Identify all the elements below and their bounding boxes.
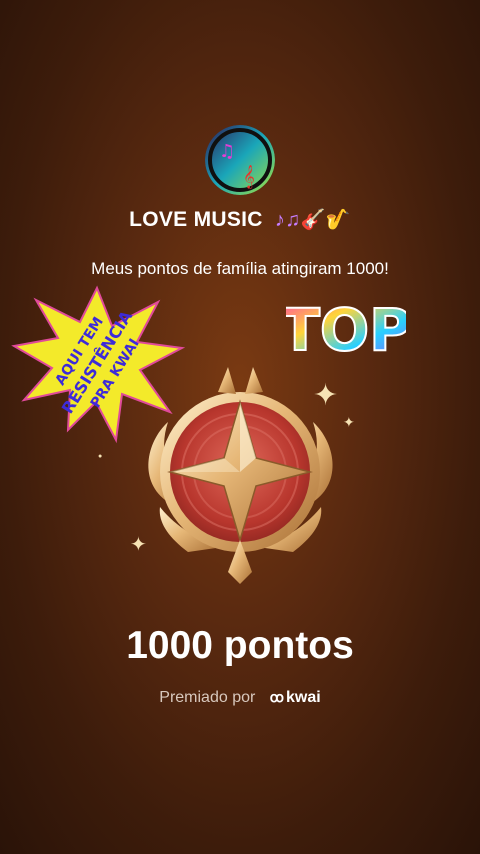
top-text: TOP xyxy=(286,296,406,364)
kwai-logo: ꝏ kwai xyxy=(270,689,321,706)
award-prefix: Premiado por xyxy=(159,689,256,706)
dot-sparkle-icon: ● xyxy=(98,453,103,460)
achievement-message: Meus pontos de família atingiram 1000! xyxy=(91,259,389,278)
svg-text:𝄞: 𝄞 xyxy=(243,164,255,189)
kwai-brand: kwai xyxy=(286,689,321,706)
points-label: 1000 pontos xyxy=(126,624,354,667)
top-sticker: TOP xyxy=(279,288,412,373)
avatar[interactable]: ♫ 𝄞 xyxy=(205,125,275,195)
medal-badge-icon xyxy=(128,362,353,587)
username-row: LOVE MUSIC ♪♫🎸🎷 xyxy=(0,207,480,232)
music-emojis: ♪♫🎸🎷 xyxy=(274,209,351,231)
award-line: Premiado por ꝏ kwai xyxy=(0,689,480,707)
username: LOVE MUSIC xyxy=(129,208,263,231)
kwai-logo-icon: ꝏ xyxy=(269,689,285,705)
svg-text:♫: ♫ xyxy=(219,141,235,162)
